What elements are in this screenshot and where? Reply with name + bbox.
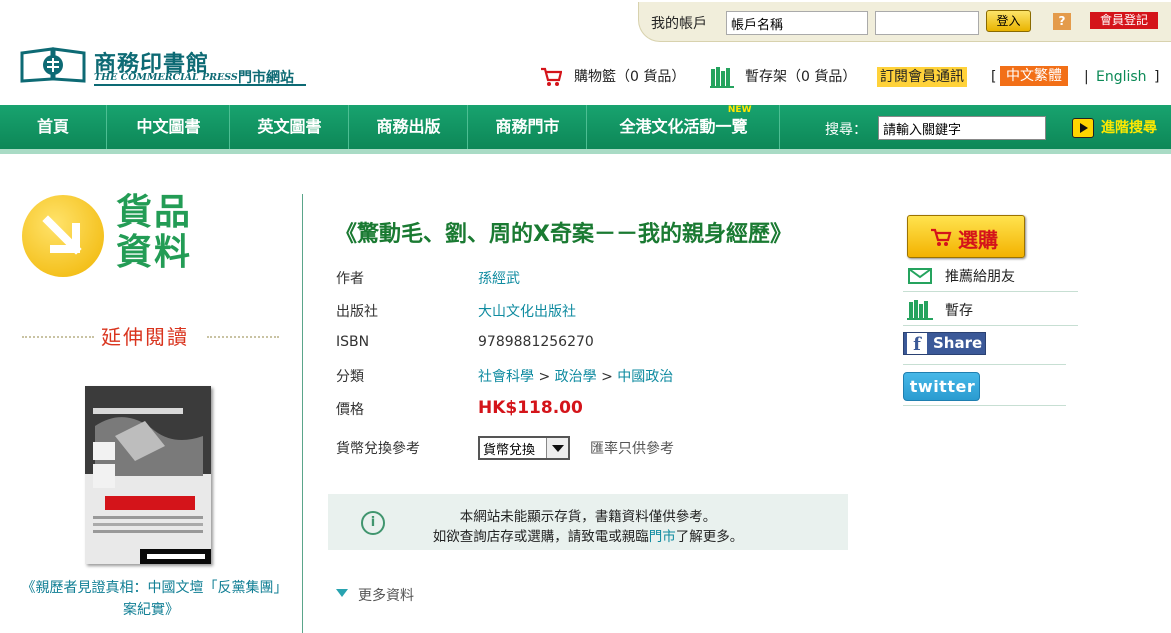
register-button[interactable]: 會員登記 — [1090, 12, 1158, 29]
save-row[interactable]: 暫存 — [903, 292, 1078, 326]
lang-separator: | — [1084, 69, 1089, 85]
buy-label: 選購 — [958, 228, 998, 252]
publisher-label: 出版社 — [336, 304, 378, 320]
shelf-link[interactable]: 暫存架（0 貨品） — [745, 66, 856, 88]
category-label: 分類 — [336, 369, 364, 385]
product-title: 《驚動毛、劉、周的X奇案－－我的親身經歷》 — [335, 222, 792, 247]
bracket-open: [ — [991, 69, 997, 85]
stores-link[interactable]: 門市 — [649, 529, 676, 545]
twitter-label: twitter — [909, 377, 976, 396]
username-input[interactable] — [726, 11, 868, 35]
author-link[interactable]: 孫經武 — [478, 268, 520, 288]
cart-icon — [931, 228, 952, 246]
category-link-political-science[interactable]: 政治學 — [555, 369, 597, 385]
currency-select-value: 貨幣兌換 — [483, 443, 536, 458]
recommend-row[interactable]: 推薦給朋友 — [903, 258, 1078, 292]
facebook-share-button[interactable]: f Share — [903, 332, 986, 355]
category-link-social-science[interactable]: 社會科學 — [478, 369, 534, 385]
nav-home[interactable]: 首頁 — [0, 105, 107, 149]
share-divider — [903, 364, 1066, 365]
divider-dots-right — [207, 336, 279, 338]
search-input[interactable] — [878, 116, 1046, 140]
category-breadcrumb: 社會科學 > 政治學 > 中國政治 — [478, 366, 673, 386]
lang-en-link[interactable]: English — [1096, 66, 1147, 88]
related-book-cover[interactable] — [85, 386, 211, 564]
password-input[interactable] — [875, 11, 979, 35]
nav-bottom-stripe — [0, 149, 1171, 154]
nav-chinese-books[interactable]: 中文圖書 — [108, 105, 230, 149]
top-links: 購物籃（0 貨品） 暫存架（0 貨品） 訂閱會員通訊 [ 中文繁體 | Engl… — [540, 66, 1170, 90]
new-badge: NEW — [727, 105, 752, 115]
site-logo[interactable]: 商務印書館 THE COMMERCIAL PRESS 門市網站 — [20, 45, 320, 87]
main-nav: 首頁 中文圖書 英文圖書 商務出版 商務門市 全港文化活動一覽 NEW 搜尋： … — [0, 105, 1171, 149]
goods-info-heading: 貨品資料 — [22, 193, 202, 280]
advanced-search-label: 進階搜尋 — [1101, 120, 1157, 136]
column-divider — [302, 194, 303, 633]
page-root: 我的帳戶 登入 ? 會員登記 商務印書館 THE COMMERCIAL PRES… — [0, 0, 1171, 633]
chevron-down-icon — [546, 438, 568, 458]
search-label: 搜尋： — [825, 122, 867, 138]
twitter-share-button[interactable]: twitter — [903, 372, 980, 401]
account-bar: 我的帳戶 登入 ? 會員登記 — [638, 2, 1171, 42]
recommend-label: 推薦給朋友 — [945, 269, 1015, 285]
isbn-value: 9789881256270 — [478, 334, 594, 350]
cart-icon[interactable] — [540, 66, 562, 88]
arrow-right-icon — [1072, 118, 1094, 138]
notice-text-a: 如欲查詢店存或選購，請致電或親臨 — [432, 529, 649, 545]
goods-info-title: 貨品資料 — [116, 192, 193, 273]
shelf-icon[interactable] — [710, 66, 734, 88]
category-link-chinese-politics[interactable]: 中國政治 — [617, 369, 673, 385]
triangle-down-icon — [336, 589, 348, 597]
facebook-icon: f — [907, 333, 927, 355]
currency-label: 貨幣兌換參考 — [336, 441, 420, 457]
notice-text-b: 了解更多。 — [675, 529, 744, 545]
stock-notice: i 本網站未能顯示存貨，書籍資料僅供參考。 如欲查詢店存或選購，請致電或親臨門市… — [328, 494, 848, 550]
divider-dots-left — [22, 336, 94, 338]
buy-button[interactable]: 選購 — [907, 215, 1025, 258]
account-label: 我的帳戶 — [651, 16, 707, 32]
shelf-icon — [907, 300, 933, 320]
notice-line-2: 如欲查詢店存或選購，請致電或親臨門市了解更多。 — [328, 525, 848, 545]
nav-cp-publishing[interactable]: 商務出版 — [350, 105, 468, 149]
author-label: 作者 — [336, 271, 364, 287]
facebook-share-label: Share — [933, 334, 983, 352]
currency-select[interactable]: 貨幣兌換 — [478, 436, 570, 460]
cart-link[interactable]: 購物籃（0 貨品） — [574, 66, 685, 88]
nav-culture-events-label: 全港文化活動一覽 — [619, 117, 748, 136]
share-divider — [903, 405, 1066, 406]
category-separator: > — [601, 369, 613, 385]
save-label: 暫存 — [945, 303, 973, 319]
help-icon[interactable]: ? — [1053, 13, 1071, 30]
logo-underline — [94, 84, 306, 86]
publisher-link[interactable]: 大山文化出版社 — [478, 301, 576, 321]
price-label: 價格 — [336, 402, 364, 418]
nav-english-books[interactable]: 英文圖書 — [231, 105, 349, 149]
price-value: HK$118.00 — [478, 398, 583, 418]
notice-line-1: 本網站未能顯示存貨，書籍資料僅供參考。 — [459, 509, 717, 525]
category-separator: > — [538, 369, 551, 385]
related-book-title-link[interactable]: 《親歷者見證真相：中國文壇「反黨集團」案紀實》 — [20, 577, 282, 621]
lang-zh-button[interactable]: 中文繁體 — [1000, 66, 1068, 86]
extended-reading-title: 延伸閱讀 — [101, 325, 189, 349]
logo-english: THE COMMERCIAL PRESS — [94, 72, 238, 83]
book-logo-icon — [20, 47, 86, 83]
nav-culture-events[interactable]: 全港文化活動一覽 NEW — [588, 105, 780, 149]
rate-note: 匯率只供參考 — [590, 441, 674, 457]
newsletter-button[interactable]: 訂閱會員通訊 — [877, 67, 967, 87]
isbn-label: ISBN — [336, 334, 370, 350]
more-info-label: 更多資料 — [358, 588, 414, 604]
arrow-circle-icon — [22, 195, 104, 277]
nav-cp-stores[interactable]: 商務門市 — [469, 105, 587, 149]
mail-icon — [908, 268, 932, 284]
login-button[interactable]: 登入 — [986, 10, 1031, 32]
bracket-close: ] — [1154, 69, 1160, 85]
